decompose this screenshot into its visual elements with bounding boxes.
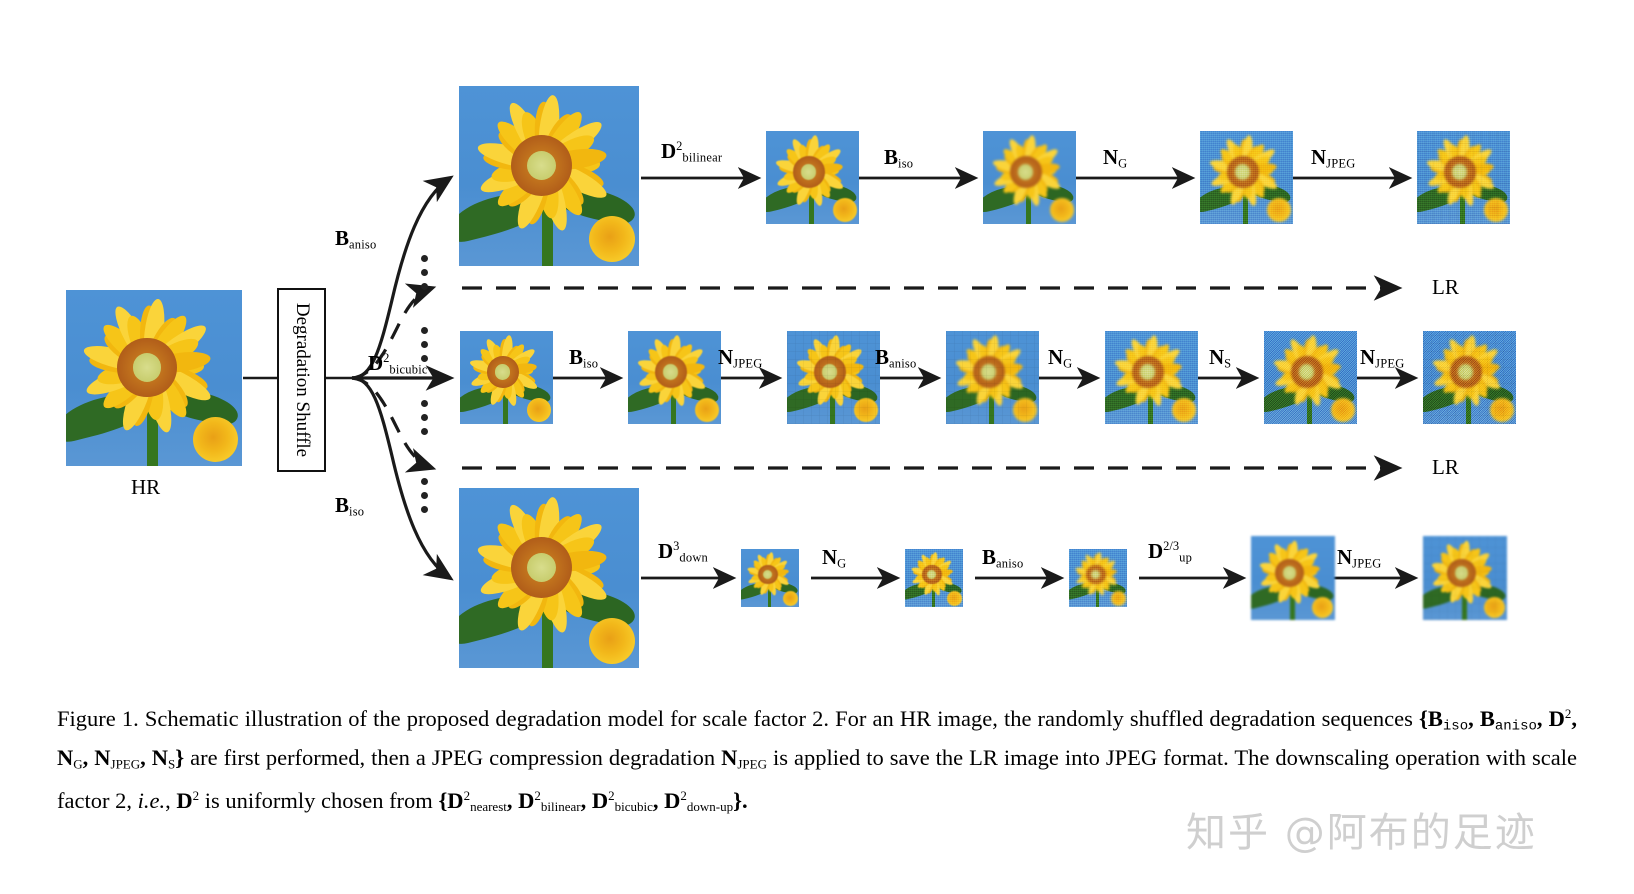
degradation-shuffle-box[interactable]: Degradation Shuffle: [277, 288, 326, 472]
row-middle-op-0: Biso: [569, 345, 599, 371]
row-top-image-1: [766, 131, 859, 224]
hr-label: HR: [131, 475, 161, 499]
row-top-op-3: NJPEG: [1311, 145, 1356, 171]
row-bottom-image-5: [1423, 536, 1507, 620]
branch-label-bottom: Biso: [335, 493, 365, 519]
caption-set1-open: {B: [1419, 705, 1443, 731]
row-bottom-op-3: D2/3up: [1148, 538, 1193, 565]
row-middle-image-4: [1105, 331, 1198, 424]
row-top-op-0: D2bilinear: [661, 138, 723, 165]
branch-label-top: Baniso: [335, 226, 377, 252]
row-bottom-image-3: [1069, 549, 1127, 607]
row-middle-image-6: [1423, 331, 1516, 424]
row-middle-image-2: [787, 331, 880, 424]
row-bottom-op-0: D3down: [658, 538, 708, 565]
row-middle-op-1: NJPEG: [718, 345, 763, 371]
lr-label-middle: LR: [1432, 455, 1459, 479]
row-middle-op-5: NJPEG: [1360, 345, 1405, 371]
ellipsis-dots-3: [421, 400, 428, 442]
row-top-image-2: [983, 131, 1076, 224]
row-bottom-op-2: Baniso: [982, 545, 1024, 571]
caption-seg1: Figure 1. Schematic illustration of the …: [57, 705, 1420, 731]
figure-canvas: HR Degradation Shuffle Baniso D2bicubic …: [0, 0, 1634, 894]
row-bottom-op-4: NJPEG: [1337, 545, 1382, 571]
degradation-shuffle-label: Degradation Shuffle: [291, 302, 313, 458]
row-bottom-image-0: [459, 488, 639, 668]
row-top-image-4: [1417, 131, 1510, 224]
row-middle-image-1: [628, 331, 721, 424]
ellipsis-dots-1: [421, 255, 428, 297]
row-top-op-1: Biso: [884, 145, 914, 171]
row-top-op-2: NG: [1103, 145, 1128, 171]
ellipsis-dots-4: [421, 478, 428, 520]
row-middle-op-3: NG: [1048, 345, 1073, 371]
caption-seg5: is uniformly chosen from: [199, 787, 439, 813]
row-middle-image-3: [946, 331, 1039, 424]
caption-ie: i.e.: [137, 787, 166, 813]
ellipsis-dots-2: [421, 327, 428, 369]
caption-seg2: are first performed, then a JPEG compres…: [184, 745, 722, 771]
row-top-image-3: [1200, 131, 1293, 224]
row-middle-op-2: Baniso: [875, 345, 917, 371]
branch-label-middle: D2bicubic: [368, 350, 428, 377]
row-bottom-image-2: [905, 549, 963, 607]
row-middle-image-5: [1264, 331, 1357, 424]
row-bottom-image-1: [741, 549, 799, 607]
hr-image: [66, 290, 242, 466]
lr-label-top: LR: [1432, 275, 1459, 299]
row-bottom-op-1: NG: [822, 545, 847, 571]
watermark: 知乎 @阿布的足迹: [1186, 810, 1537, 856]
row-bottom-image-4: [1251, 536, 1335, 620]
row-middle-op-4: NS: [1209, 345, 1232, 371]
row-top-image-0: [459, 86, 639, 266]
row-middle-image-0: [460, 331, 553, 424]
